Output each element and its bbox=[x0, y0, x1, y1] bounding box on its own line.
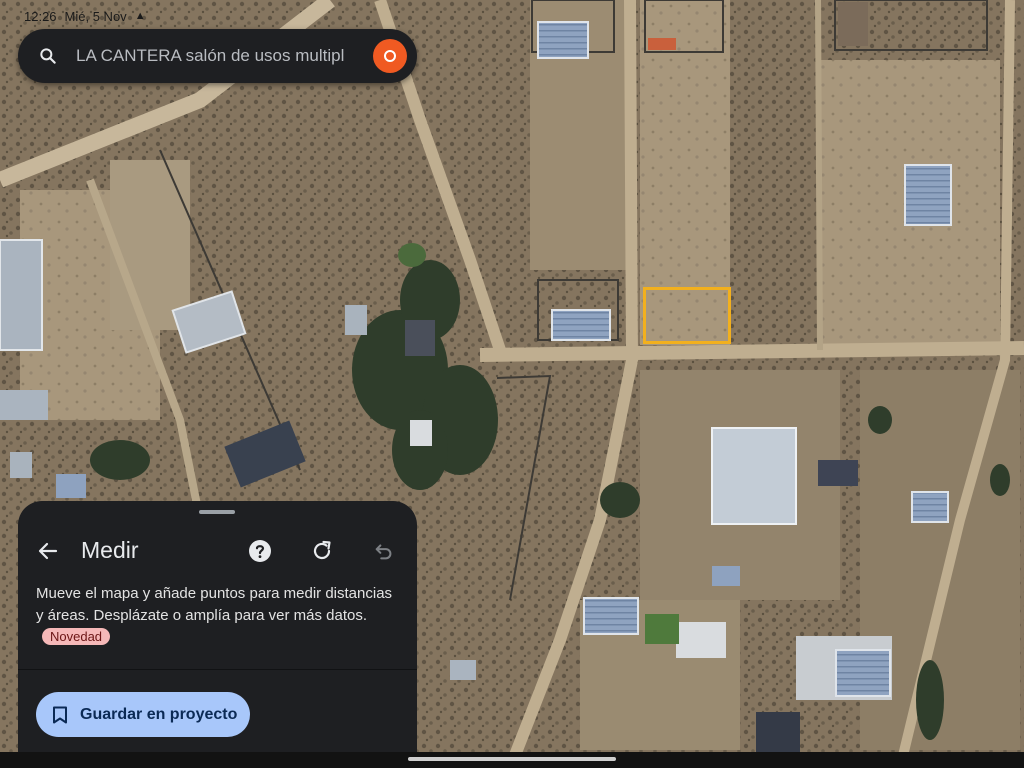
save-to-project-label: Guardar en proyecto bbox=[80, 705, 238, 723]
save-to-project-button[interactable]: Guardar en proyecto bbox=[36, 692, 250, 737]
bookmark-icon bbox=[53, 706, 67, 723]
search-input[interactable]: LA CANTERA salón de usos multipl bbox=[76, 46, 363, 66]
status-time: 12:26 bbox=[24, 8, 57, 24]
back-arrow-icon[interactable] bbox=[36, 539, 60, 563]
new-badge: Novedad bbox=[42, 628, 111, 645]
measure-panel-header: Medir bbox=[18, 531, 417, 571]
navigation-arrow-icon: ▲ bbox=[134, 10, 146, 22]
measure-title: Medir bbox=[81, 537, 139, 563]
status-date: Mié, 5 Nov bbox=[64, 8, 127, 24]
help-icon[interactable] bbox=[248, 539, 272, 563]
measure-selection-outline bbox=[643, 287, 731, 344]
refresh-icon[interactable] bbox=[310, 539, 334, 563]
undo-icon[interactable] bbox=[373, 540, 395, 562]
panel-divider bbox=[18, 669, 417, 670]
system-navigation-bar bbox=[0, 752, 1024, 768]
measure-description: Mueve el mapa y añade puntos para medir … bbox=[36, 583, 401, 649]
search-icon[interactable] bbox=[38, 46, 58, 66]
home-indicator[interactable] bbox=[408, 757, 616, 761]
measure-panel: Medir Mueve el mapa y añade puntos para … bbox=[18, 501, 417, 768]
drag-handle[interactable] bbox=[199, 510, 235, 514]
search-bar[interactable]: LA CANTERA salón de usos multipl bbox=[18, 29, 417, 83]
status-bar: 12:26 Mié, 5 Nov ▲ bbox=[24, 6, 146, 26]
measure-description-text: Mueve el mapa y añade puntos para medir … bbox=[36, 585, 393, 624]
account-avatar[interactable] bbox=[373, 39, 407, 73]
